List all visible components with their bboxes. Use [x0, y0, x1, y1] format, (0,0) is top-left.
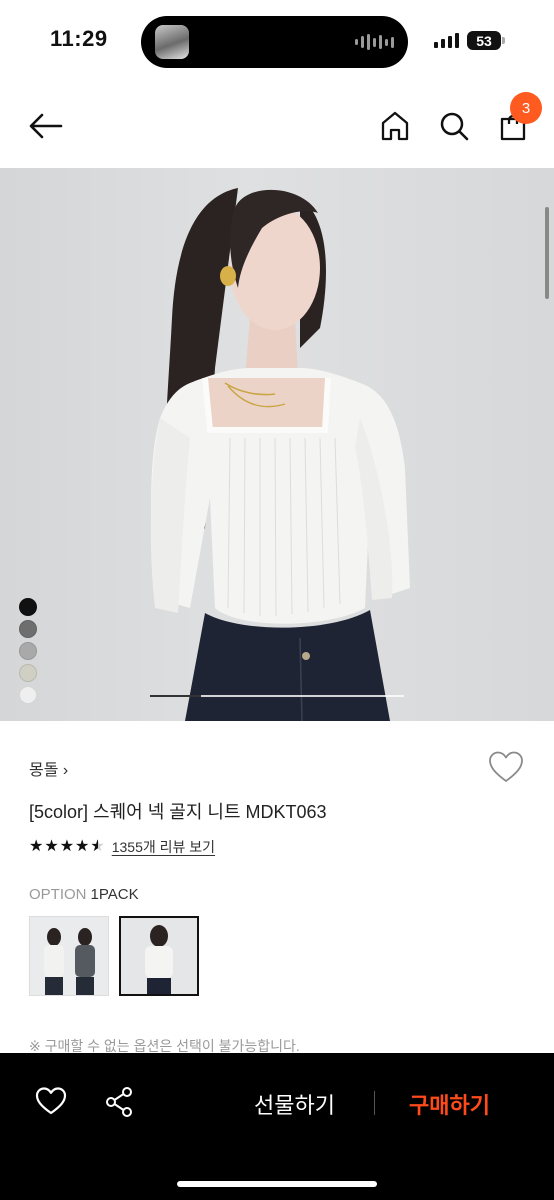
- product-title: [5color] 스퀘어 넥 골지 니트 MDKT063: [29, 802, 327, 822]
- wishlist-button[interactable]: [487, 750, 525, 789]
- home-icon: [381, 111, 409, 141]
- chevron-right-icon: ›: [62, 762, 69, 779]
- battery-level: 53: [476, 32, 492, 49]
- bottom-wishlist-button[interactable]: [35, 1086, 67, 1121]
- color-swatch-list: [19, 598, 37, 704]
- bottom-divider: [374, 1091, 375, 1115]
- now-playing-artwork: [155, 25, 189, 59]
- option-photo: [121, 918, 197, 994]
- heart-outline-icon: [489, 751, 523, 782]
- audio-waveform-icon: [355, 33, 394, 51]
- back-arrow-icon: [29, 113, 63, 139]
- color-swatch[interactable]: [19, 598, 37, 616]
- dynamic-island[interactable]: [141, 16, 408, 68]
- battery-cap: [502, 37, 505, 44]
- color-swatch[interactable]: [19, 664, 37, 682]
- gift-button[interactable]: 선물하기: [254, 1088, 335, 1120]
- rating-stars: ★★★★★ ★★★★★: [29, 838, 106, 856]
- rating-row: ★★★★★ ★★★★★ 1355개 리뷰 보기: [29, 837, 215, 857]
- option-thumbnail[interactable]: [29, 916, 109, 996]
- home-indicator[interactable]: [177, 1181, 377, 1187]
- brand-link[interactable]: 몽돌 ›: [29, 756, 68, 780]
- share-icon: [106, 1087, 132, 1117]
- color-swatch[interactable]: [19, 686, 37, 704]
- cart-count-badge: 3: [510, 92, 542, 124]
- heart-outline-icon: [35, 1087, 67, 1115]
- carousel-progress: [150, 695, 404, 697]
- page-scrollbar[interactable]: [545, 207, 549, 299]
- home-button[interactable]: [377, 108, 413, 144]
- search-icon: [440, 112, 469, 141]
- search-button[interactable]: [436, 108, 472, 144]
- option-thumbnail-selected[interactable]: [119, 916, 199, 996]
- option-key: OPTION: [29, 886, 87, 903]
- option-value: 1PACK: [90, 886, 139, 903]
- back-button[interactable]: [26, 108, 66, 144]
- option-photo: [30, 917, 108, 995]
- carousel-progress-fill: [150, 695, 201, 697]
- product-image-carousel[interactable]: [0, 168, 554, 721]
- review-link[interactable]: 1355개 리뷰 보기: [112, 837, 215, 857]
- option-label: OPTION 1PACK: [29, 886, 139, 903]
- rating-stars-filled: ★★★★★: [29, 838, 99, 855]
- color-swatch[interactable]: [19, 620, 37, 638]
- status-bar: 11:29 53: [0, 0, 554, 84]
- brand-name: 몽돌: [29, 762, 59, 779]
- bottom-action-bar: [0, 1053, 554, 1200]
- share-button[interactable]: [104, 1086, 134, 1123]
- cellular-signal-icon: [434, 32, 459, 48]
- buy-button[interactable]: 구매하기: [409, 1088, 490, 1120]
- color-swatch[interactable]: [19, 642, 37, 660]
- product-photo: [150, 188, 410, 721]
- status-time: 11:29: [50, 26, 108, 51]
- battery-icon: 53: [467, 31, 501, 50]
